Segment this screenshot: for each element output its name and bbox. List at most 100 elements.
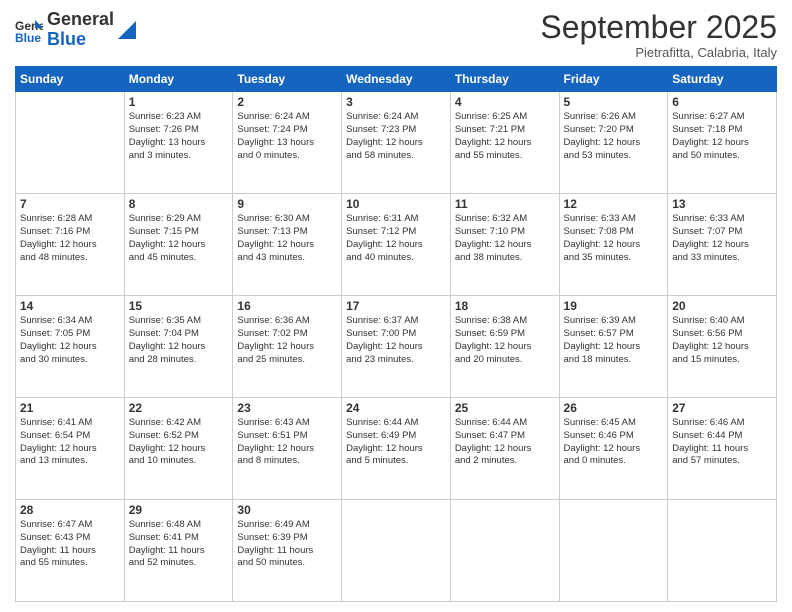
cell-info-line: Daylight: 13 hours xyxy=(237,137,337,150)
cell-info-line: Sunrise: 6:43 AM xyxy=(237,417,337,430)
calendar-cell-w3-d0: 14Sunrise: 6:34 AMSunset: 7:05 PMDayligh… xyxy=(16,296,125,398)
cell-info-line: Daylight: 12 hours xyxy=(237,341,337,354)
cell-info-line: Sunrise: 6:38 AM xyxy=(455,315,555,328)
day-number: 4 xyxy=(455,95,555,109)
calendar-cell-w5-d3 xyxy=(342,500,451,602)
cell-info-line: Sunset: 6:59 PM xyxy=(455,328,555,341)
cell-info-line: Sunset: 6:51 PM xyxy=(237,430,337,443)
day-number: 27 xyxy=(672,401,772,415)
cell-info-line: Daylight: 12 hours xyxy=(129,239,229,252)
cell-info-line: Daylight: 11 hours xyxy=(237,545,337,558)
cell-info-line: Sunset: 7:10 PM xyxy=(455,226,555,239)
day-number: 17 xyxy=(346,299,446,313)
logo-blue-text: Blue xyxy=(47,29,86,49)
cell-info-line: Daylight: 12 hours xyxy=(672,239,772,252)
cell-info-line: and 25 minutes. xyxy=(237,354,337,367)
calendar-cell-w2-d4: 11Sunrise: 6:32 AMSunset: 7:10 PMDayligh… xyxy=(450,194,559,296)
cell-info-line: and 3 minutes. xyxy=(129,150,229,163)
cell-info-line: Sunrise: 6:26 AM xyxy=(564,111,664,124)
cell-info-line: Sunrise: 6:44 AM xyxy=(346,417,446,430)
calendar-week-2: 7Sunrise: 6:28 AMSunset: 7:16 PMDaylight… xyxy=(16,194,777,296)
cell-info-line: and 13 minutes. xyxy=(20,455,120,468)
logo-text: General Blue xyxy=(47,10,114,50)
cell-info-line: Daylight: 12 hours xyxy=(346,137,446,150)
day-number: 7 xyxy=(20,197,120,211)
page: General Blue General Blue September 2025… xyxy=(0,0,792,612)
cell-info-line: and 0 minutes. xyxy=(237,150,337,163)
cell-info-line: Sunrise: 6:24 AM xyxy=(237,111,337,124)
cell-info-line: Daylight: 11 hours xyxy=(672,443,772,456)
cell-info-line: Sunrise: 6:29 AM xyxy=(129,213,229,226)
cell-info-line: Sunrise: 6:39 AM xyxy=(564,315,664,328)
cell-info-line: and 30 minutes. xyxy=(20,354,120,367)
day-number: 5 xyxy=(564,95,664,109)
calendar-cell-w4-d5: 26Sunrise: 6:45 AMSunset: 6:46 PMDayligh… xyxy=(559,398,668,500)
calendar-cell-w1-d1: 1Sunrise: 6:23 AMSunset: 7:26 PMDaylight… xyxy=(124,92,233,194)
day-number: 8 xyxy=(129,197,229,211)
cell-info-line: Sunrise: 6:35 AM xyxy=(129,315,229,328)
calendar-cell-w2-d3: 10Sunrise: 6:31 AMSunset: 7:12 PMDayligh… xyxy=(342,194,451,296)
cell-info-line: and 18 minutes. xyxy=(564,354,664,367)
cell-info-line: Daylight: 12 hours xyxy=(346,443,446,456)
col-monday: Monday xyxy=(124,67,233,92)
cell-info-line: and 50 minutes. xyxy=(237,557,337,570)
calendar-cell-w1-d6: 6Sunrise: 6:27 AMSunset: 7:18 PMDaylight… xyxy=(668,92,777,194)
cell-info-line: Sunrise: 6:47 AM xyxy=(20,519,120,532)
title-block: September 2025 Pietrafitta, Calabria, It… xyxy=(540,10,777,60)
cell-info-line: Daylight: 12 hours xyxy=(564,137,664,150)
day-number: 23 xyxy=(237,401,337,415)
logo-icon: General Blue xyxy=(15,16,43,44)
calendar-cell-w2-d2: 9Sunrise: 6:30 AMSunset: 7:13 PMDaylight… xyxy=(233,194,342,296)
col-friday: Friday xyxy=(559,67,668,92)
cell-info-line: Sunset: 7:08 PM xyxy=(564,226,664,239)
cell-info-line: Sunset: 7:20 PM xyxy=(564,124,664,137)
cell-info-line: Sunset: 7:24 PM xyxy=(237,124,337,137)
cell-info-line: Daylight: 12 hours xyxy=(672,341,772,354)
cell-info-line: Sunset: 6:57 PM xyxy=(564,328,664,341)
calendar-cell-w4-d4: 25Sunrise: 6:44 AMSunset: 6:47 PMDayligh… xyxy=(450,398,559,500)
calendar-cell-w4-d6: 27Sunrise: 6:46 AMSunset: 6:44 PMDayligh… xyxy=(668,398,777,500)
cell-info-line: Sunrise: 6:41 AM xyxy=(20,417,120,430)
header: General Blue General Blue September 2025… xyxy=(15,10,777,60)
cell-info-line: Sunset: 7:16 PM xyxy=(20,226,120,239)
cell-info-line: Sunset: 7:00 PM xyxy=(346,328,446,341)
calendar-cell-w3-d3: 17Sunrise: 6:37 AMSunset: 7:00 PMDayligh… xyxy=(342,296,451,398)
cell-info-line: Sunrise: 6:33 AM xyxy=(672,213,772,226)
cell-info-line: Sunset: 6:43 PM xyxy=(20,532,120,545)
day-number: 20 xyxy=(672,299,772,313)
cell-info-line: Sunset: 6:52 PM xyxy=(129,430,229,443)
calendar-cell-w4-d0: 21Sunrise: 6:41 AMSunset: 6:54 PMDayligh… xyxy=(16,398,125,500)
cell-info-line: Daylight: 11 hours xyxy=(129,545,229,558)
calendar-week-3: 14Sunrise: 6:34 AMSunset: 7:05 PMDayligh… xyxy=(16,296,777,398)
calendar-week-5: 28Sunrise: 6:47 AMSunset: 6:43 PMDayligh… xyxy=(16,500,777,602)
cell-info-line: Sunset: 7:05 PM xyxy=(20,328,120,341)
day-number: 9 xyxy=(237,197,337,211)
day-number: 18 xyxy=(455,299,555,313)
col-tuesday: Tuesday xyxy=(233,67,342,92)
calendar-cell-w4-d1: 22Sunrise: 6:42 AMSunset: 6:52 PMDayligh… xyxy=(124,398,233,500)
cell-info-line: Daylight: 12 hours xyxy=(20,239,120,252)
calendar-header-row: Sunday Monday Tuesday Wednesday Thursday… xyxy=(16,67,777,92)
day-number: 10 xyxy=(346,197,446,211)
cell-info-line: Sunrise: 6:49 AM xyxy=(237,519,337,532)
cell-info-line: Daylight: 12 hours xyxy=(564,443,664,456)
day-number: 2 xyxy=(237,95,337,109)
cell-info-line: Sunset: 7:21 PM xyxy=(455,124,555,137)
calendar-table: Sunday Monday Tuesday Wednesday Thursday… xyxy=(15,66,777,602)
cell-info-line: Sunrise: 6:48 AM xyxy=(129,519,229,532)
day-number: 14 xyxy=(20,299,120,313)
col-thursday: Thursday xyxy=(450,67,559,92)
cell-info-line: Sunset: 6:44 PM xyxy=(672,430,772,443)
cell-info-line: Sunrise: 6:36 AM xyxy=(237,315,337,328)
location-subtitle: Pietrafitta, Calabria, Italy xyxy=(540,45,777,60)
cell-info-line: Daylight: 12 hours xyxy=(129,443,229,456)
day-number: 16 xyxy=(237,299,337,313)
cell-info-line: Sunrise: 6:37 AM xyxy=(346,315,446,328)
cell-info-line: Sunset: 7:18 PM xyxy=(672,124,772,137)
cell-info-line: Sunset: 6:47 PM xyxy=(455,430,555,443)
calendar-cell-w1-d4: 4Sunrise: 6:25 AMSunset: 7:21 PMDaylight… xyxy=(450,92,559,194)
calendar-body: 1Sunrise: 6:23 AMSunset: 7:26 PMDaylight… xyxy=(16,92,777,602)
cell-info-line: Sunrise: 6:31 AM xyxy=(346,213,446,226)
day-number: 22 xyxy=(129,401,229,415)
calendar-cell-w3-d1: 15Sunrise: 6:35 AMSunset: 7:04 PMDayligh… xyxy=(124,296,233,398)
